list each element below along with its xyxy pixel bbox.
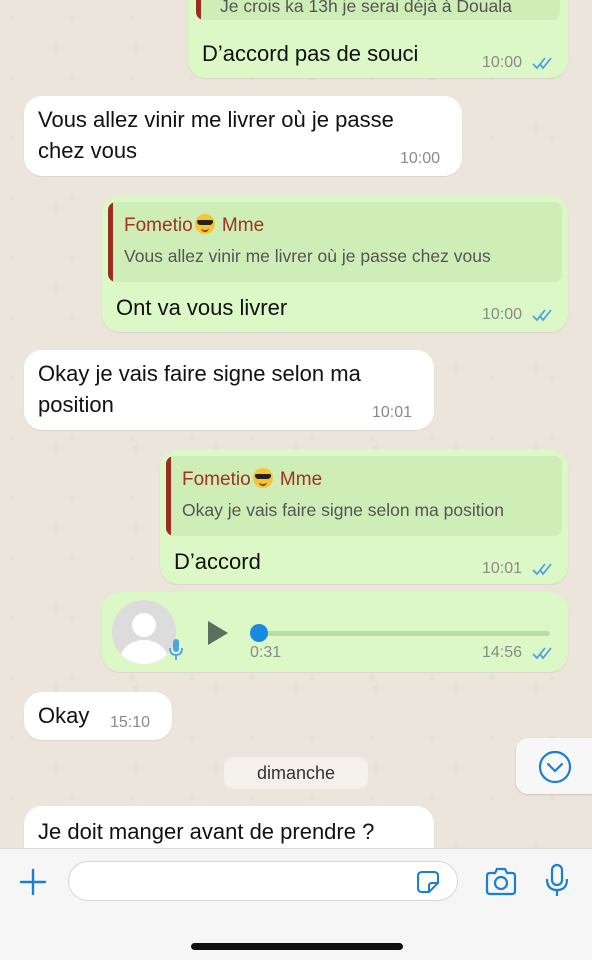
chevron-down-icon (538, 750, 572, 784)
quote-sender-suffix: Mme (279, 469, 323, 490)
plus-icon[interactable] (18, 867, 48, 897)
message-time: 14:56 (482, 644, 523, 661)
quote-sender-name: Fometio (124, 215, 193, 236)
message-text-line: chez vous (38, 138, 138, 163)
message-time: 10:00 (400, 150, 441, 167)
avatar-icon (112, 600, 176, 664)
message-time: 10:00 (482, 306, 523, 323)
camera-icon[interactable] (484, 867, 518, 897)
message-text: D’accord pas de souci (202, 41, 419, 66)
day-separator: dimanche (224, 757, 368, 789)
read-ticks-icon (532, 57, 552, 70)
quote-text: Okay je vais faire signe selon ma positi… (182, 500, 504, 520)
quoted-message[interactable]: Fometio Mme Vous allez vinir me livrer o… (108, 202, 562, 282)
message-time: 10:01 (482, 560, 523, 577)
message-bubble-incoming[interactable]: Je doit manger avant de prendre ? (24, 806, 434, 848)
message-text: Okay (38, 703, 90, 728)
voice-message-bubble[interactable]: 0:31 14:56 (102, 592, 568, 672)
message-text-line: Okay je vais faire signe selon ma (38, 361, 361, 386)
voice-progress-knob[interactable] (250, 624, 268, 642)
mic-icon (169, 639, 183, 660)
message-time: 10:01 (372, 404, 413, 421)
quote-sender-suffix: Mme (221, 215, 265, 236)
read-ticks-icon (532, 563, 552, 576)
message-input[interactable] (68, 861, 458, 901)
quoted-message[interactable]: Je crois ka 13h je serai déjà à Douala (196, 0, 560, 20)
quote-bar (166, 456, 171, 536)
sunglasses-emoji-icon (194, 214, 215, 234)
chat-area[interactable]: Je crois ka 13h je serai déjà à Douala D… (0, 0, 592, 848)
quote-sender-name: Fometio (182, 469, 251, 490)
mic-icon[interactable] (544, 863, 570, 899)
quote-text: Vous allez vinir me livrer où je passe c… (124, 246, 491, 266)
home-indicator (191, 943, 403, 950)
message-time: 15:10 (110, 714, 151, 731)
voice-duration: 0:31 (250, 644, 282, 661)
message-text: D’accord (174, 549, 261, 574)
quote-sender: Fometio Mme (182, 468, 322, 491)
message-text-line: position (38, 392, 114, 417)
play-icon[interactable] (206, 620, 230, 646)
sticker-icon[interactable] (415, 869, 441, 895)
message-bubble-outgoing[interactable]: Fometio Mme Vous allez vinir me livrer o… (102, 196, 568, 332)
message-time: 10:00 (482, 54, 523, 71)
quoted-message[interactable]: Fometio Mme Okay je vais faire signe sel… (166, 456, 562, 536)
message-text: Je doit manger avant de prendre ? (38, 819, 375, 844)
quote-bar (108, 202, 113, 282)
message-bubble-incoming[interactable]: Vous allez vinir me livrer où je passe c… (24, 96, 462, 176)
scroll-to-bottom-button[interactable] (516, 738, 592, 794)
quote-bar (196, 0, 201, 20)
quote-sender: Fometio Mme (124, 214, 264, 237)
message-bubble-incoming[interactable]: Okay 15:10 (24, 692, 172, 740)
composer-bar (0, 848, 592, 960)
sunglasses-emoji-icon (252, 468, 273, 488)
read-ticks-icon (532, 309, 552, 322)
voice-progress-track[interactable] (258, 631, 550, 636)
quote-text: Je crois ka 13h je serai déjà à Douala (220, 0, 512, 16)
message-bubble-outgoing[interactable]: Fometio Mme Okay je vais faire signe sel… (160, 450, 568, 584)
read-ticks-icon (532, 647, 552, 660)
message-bubble-incoming[interactable]: Okay je vais faire signe selon ma positi… (24, 350, 434, 430)
message-bubble-outgoing[interactable]: Je crois ka 13h je serai déjà à Douala D… (188, 0, 568, 78)
message-text-line: Vous allez vinir me livrer où je passe (38, 107, 394, 132)
message-text: Ont va vous livrer (116, 295, 288, 320)
